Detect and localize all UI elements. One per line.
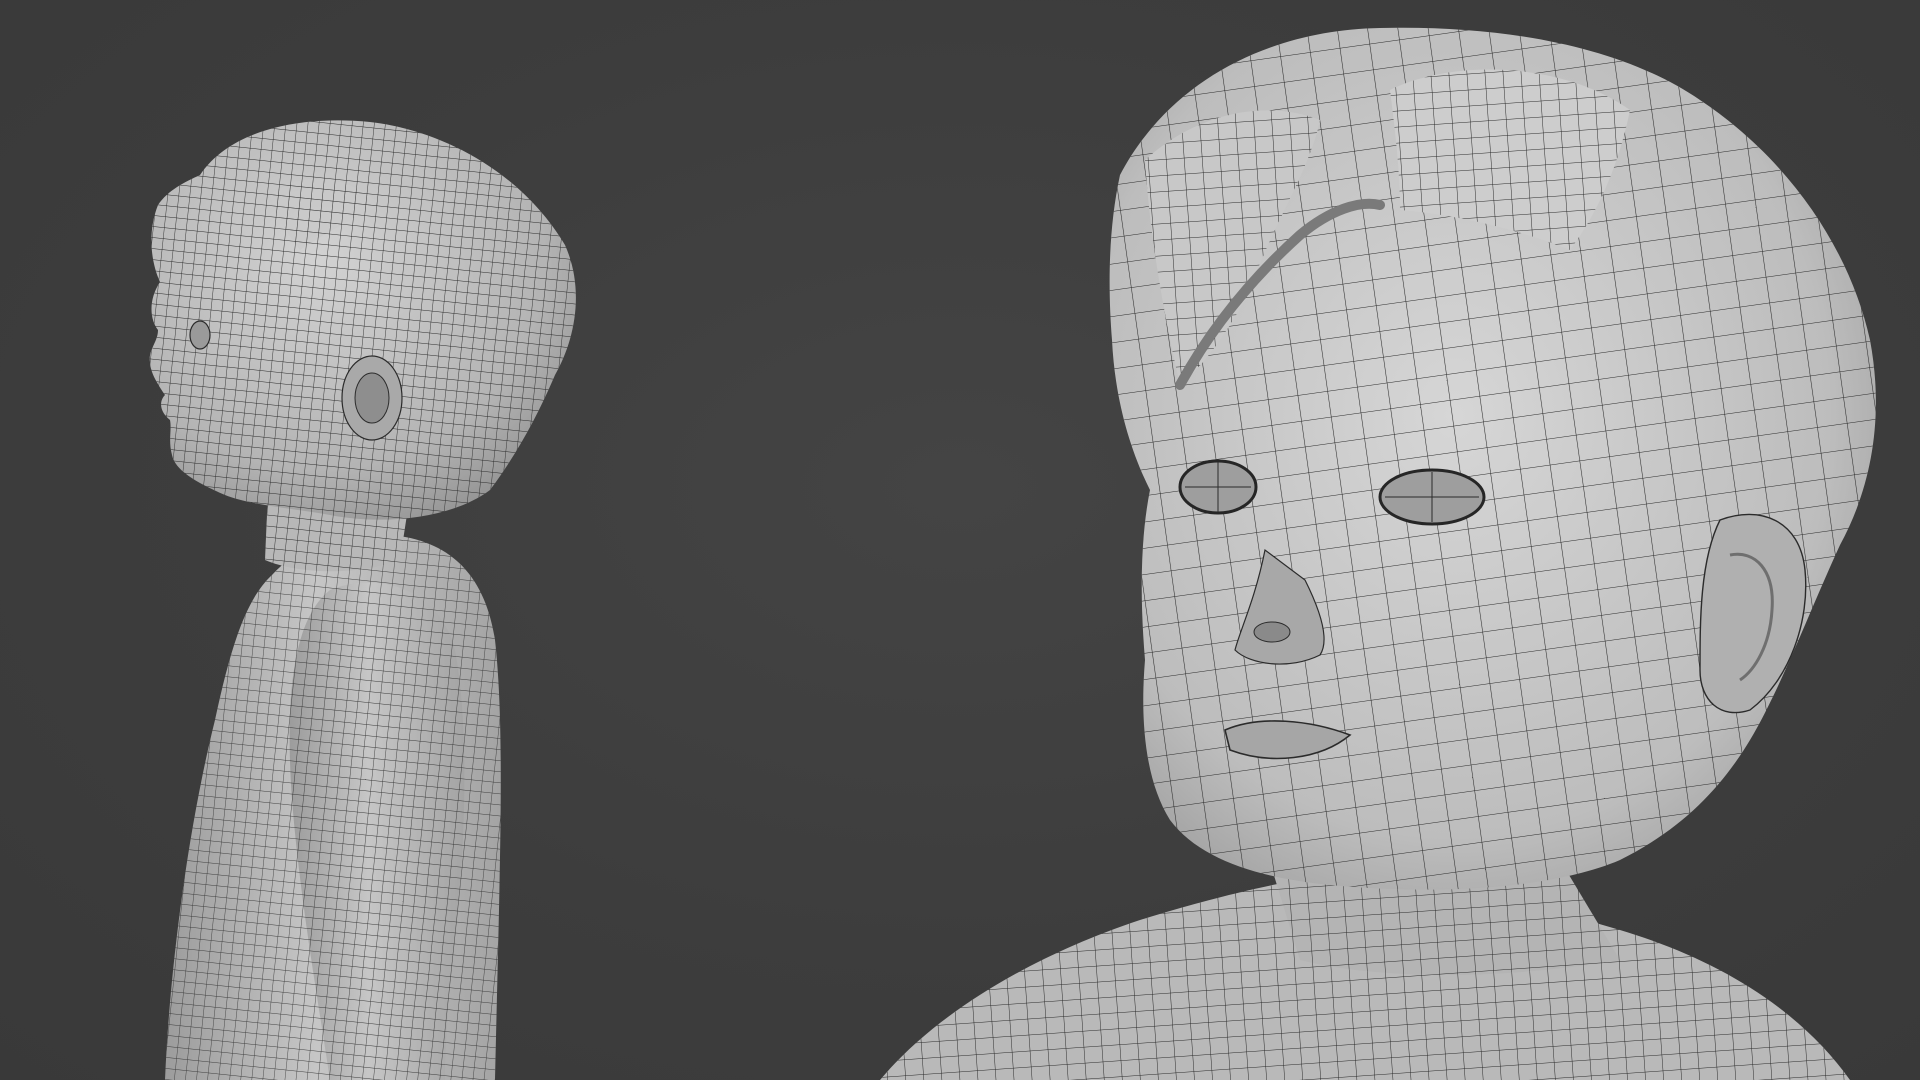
- 3d-viewport[interactable]: [0, 0, 1920, 1080]
- profile-view: [149, 120, 576, 1080]
- profile-eye: [189, 320, 211, 350]
- closeup-view: [880, 27, 1876, 1080]
- wireframe-render: [149, 27, 1876, 1080]
- closeup-ear: [1699, 513, 1807, 714]
